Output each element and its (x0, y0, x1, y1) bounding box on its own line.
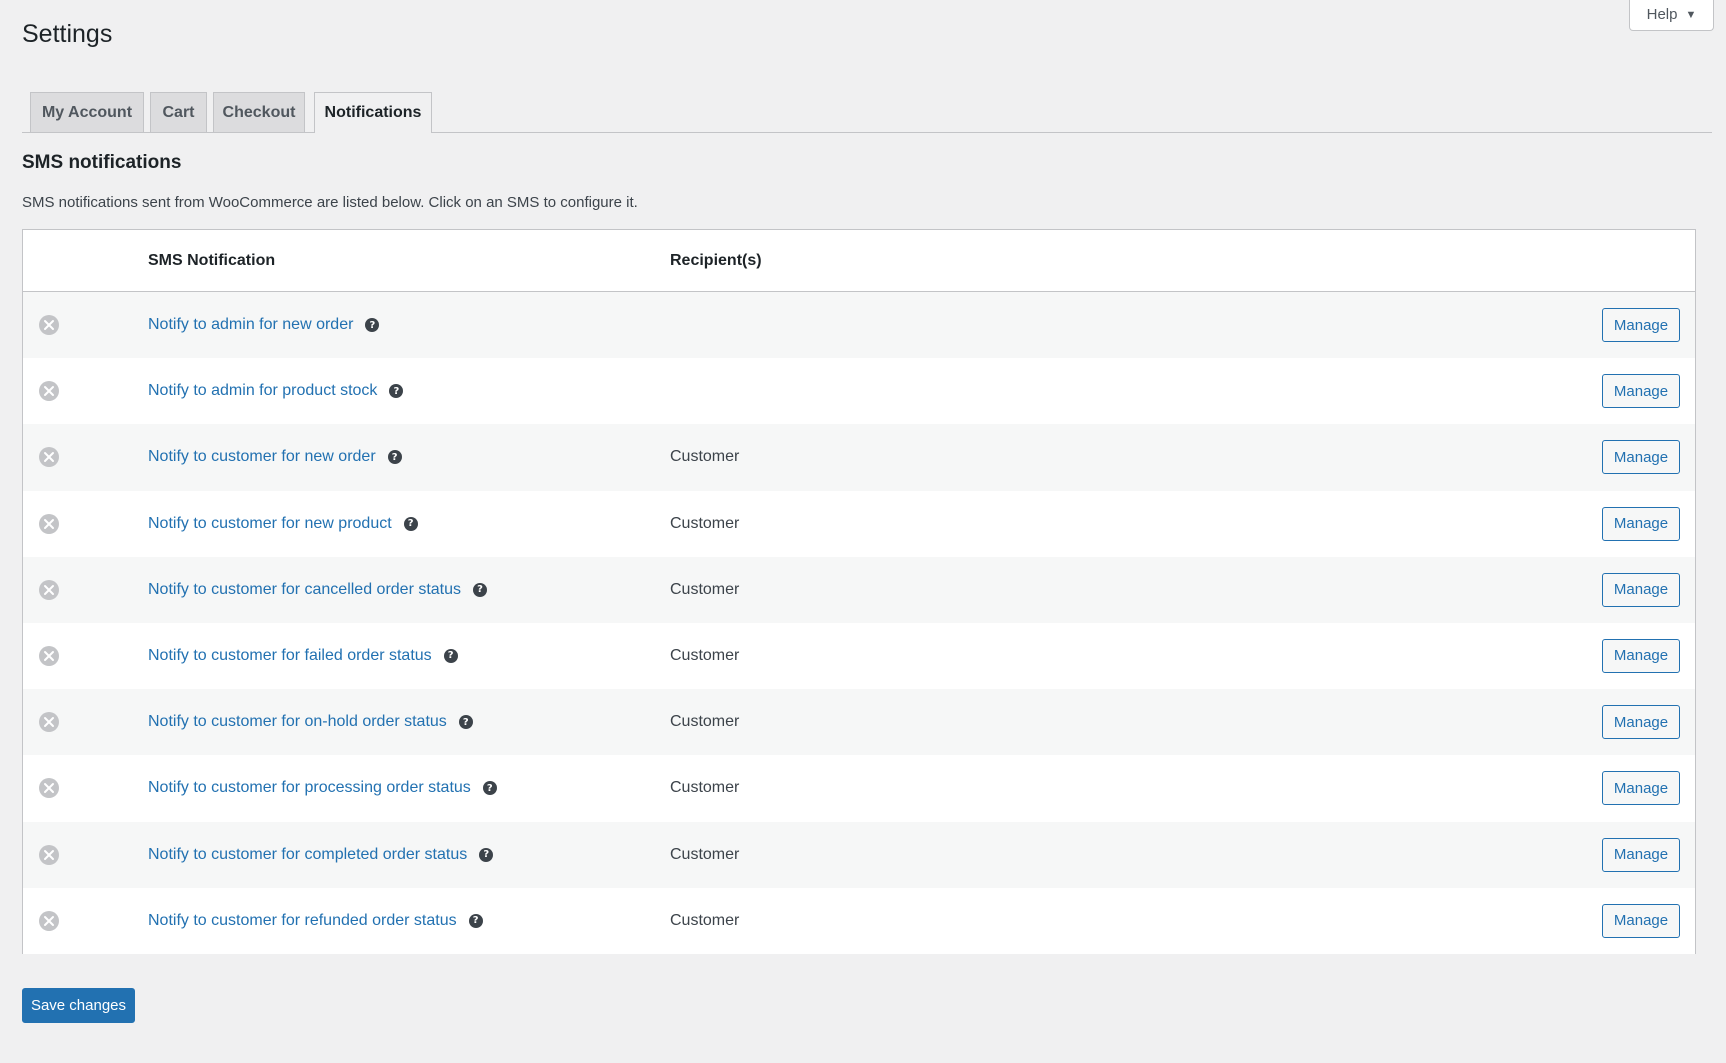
manage-button[interactable]: Manage (1602, 837, 1680, 872)
table-row: Notify to customer for failed order stat… (23, 622, 1695, 690)
disabled-status-icon[interactable] (38, 446, 60, 468)
table-header: SMS Notification Recipient(s) (23, 230, 1695, 292)
manage-button[interactable]: Manage (1602, 572, 1680, 607)
notification-name-cell: Notify to customer for on-hold order sta… (148, 689, 473, 755)
notification-name-cell: Notify to customer for failed order stat… (148, 623, 458, 689)
help-tip-icon[interactable]: ? (473, 582, 488, 597)
notification-link[interactable]: Notify to customer for failed order stat… (148, 647, 432, 665)
help-tip-icon[interactable]: ? (482, 781, 497, 796)
tab-notifications[interactable]: Notifications (314, 92, 432, 133)
section-description: SMS notifications sent from WooCommerce … (22, 194, 638, 211)
settings-tabs: My Account Cart Checkout Notifications (22, 92, 1712, 133)
manage-button[interactable]: Manage (1602, 638, 1680, 673)
disabled-status-icon[interactable] (38, 513, 60, 535)
recipient-cell: Customer (670, 845, 740, 863)
manage-button[interactable]: Manage (1602, 771, 1680, 806)
manage-button[interactable]: Manage (1602, 374, 1680, 409)
disabled-status-icon[interactable] (38, 844, 60, 866)
page-title: Settings (22, 20, 113, 48)
notification-name-cell: Notify to admin for new order? (148, 292, 380, 358)
disabled-status-icon[interactable] (38, 910, 60, 932)
manage-button[interactable]: Manage (1602, 440, 1680, 475)
manage-button[interactable]: Manage (1602, 506, 1680, 541)
disabled-status-icon[interactable] (38, 645, 60, 667)
help-tip-icon[interactable]: ? (458, 715, 473, 730)
help-tip-icon[interactable]: ? (365, 318, 380, 332)
tab-checkout[interactable]: Checkout (213, 92, 305, 132)
help-label: Help (1646, 6, 1678, 23)
recipient-cell: Customer (670, 646, 740, 664)
notification-link[interactable]: Notify to customer for new order (148, 448, 376, 466)
save-changes-button[interactable]: Save changes (22, 988, 135, 1023)
recipient-cell: Customer (670, 911, 740, 929)
header-recipients: Recipient(s) (670, 251, 762, 269)
notification-name-cell: Notify to customer for refunded order st… (148, 888, 483, 954)
table-row: Notify to customer for cancelled order s… (23, 556, 1695, 623)
notification-name-cell: Notify to customer for new order? (148, 424, 402, 490)
notification-name-cell: Notify to customer for new product? (148, 491, 418, 557)
tab-my-account[interactable]: My Account (30, 92, 144, 132)
notification-link[interactable]: Notify to customer for completed order s… (148, 846, 467, 864)
help-tip-icon[interactable]: ? (468, 913, 483, 928)
notification-link[interactable]: Notify to admin for product stock (148, 382, 377, 400)
table-row: Notify to admin for product stock? Manage (23, 358, 1695, 425)
disabled-status-icon[interactable] (38, 711, 60, 733)
help-tip-icon[interactable]: ? (443, 648, 458, 663)
disabled-status-icon[interactable] (38, 380, 60, 402)
recipient-cell: Customer (670, 779, 740, 797)
table-body: Notify to admin for new order? Manage Noti… (23, 292, 1695, 954)
notification-link[interactable]: Notify to admin for new order (148, 316, 353, 334)
table-row: Notify to customer for completed order s… (23, 821, 1695, 888)
notification-link[interactable]: Notify to customer for processing order … (148, 779, 471, 797)
sms-notifications-table: SMS Notification Recipient(s) Notify to … (22, 229, 1696, 954)
recipient-cell: Customer (670, 580, 740, 598)
tab-cart[interactable]: Cart (150, 92, 207, 132)
table-row: Notify to customer for new product? Custo… (23, 490, 1695, 557)
notification-name-cell: Notify to admin for product stock? (148, 358, 404, 424)
table-row: Notify to customer for processing order … (23, 755, 1695, 822)
help-tip-icon[interactable]: ? (403, 516, 418, 531)
notification-link[interactable]: Notify to customer for on-hold order sta… (148, 713, 447, 731)
notification-name-cell: Notify to customer for completed order s… (148, 822, 494, 888)
recipient-cell: Customer (670, 713, 740, 731)
notification-name-cell: Notify to customer for cancelled order s… (148, 557, 488, 623)
manage-button[interactable]: Manage (1602, 903, 1680, 938)
disabled-status-icon[interactable] (38, 314, 60, 336)
help-tip-icon[interactable]: ? (389, 384, 404, 399)
help-tip-icon[interactable]: ? (479, 847, 494, 862)
header-sms-notification: SMS Notification (148, 251, 276, 269)
manage-button[interactable]: Manage (1602, 308, 1680, 342)
notification-name-cell: Notify to customer for processing order … (148, 755, 497, 821)
table-row: Notify to customer for on-hold order sta… (23, 689, 1695, 756)
table-row: Notify to customer for refunded order st… (23, 887, 1695, 954)
manage-button[interactable]: Manage (1602, 705, 1680, 740)
notification-link[interactable]: Notify to customer for cancelled order s… (148, 581, 461, 599)
help-tip-icon[interactable]: ? (387, 450, 402, 465)
table-row: Notify to admin for new order? Manage (23, 292, 1695, 359)
notification-link[interactable]: Notify to customer for refunded order st… (148, 912, 457, 930)
help-button[interactable]: Help ▼ (1629, 0, 1714, 31)
notification-link[interactable]: Notify to customer for new product (148, 515, 392, 533)
recipient-cell: Customer (670, 448, 740, 466)
disabled-status-icon[interactable] (38, 777, 60, 799)
table-row: Notify to customer for new order? Custome… (23, 424, 1695, 491)
disabled-status-icon[interactable] (38, 579, 60, 601)
recipient-cell: Customer (670, 514, 740, 532)
section-title: SMS notifications (22, 152, 182, 173)
caret-down-icon: ▼ (1685, 8, 1697, 21)
